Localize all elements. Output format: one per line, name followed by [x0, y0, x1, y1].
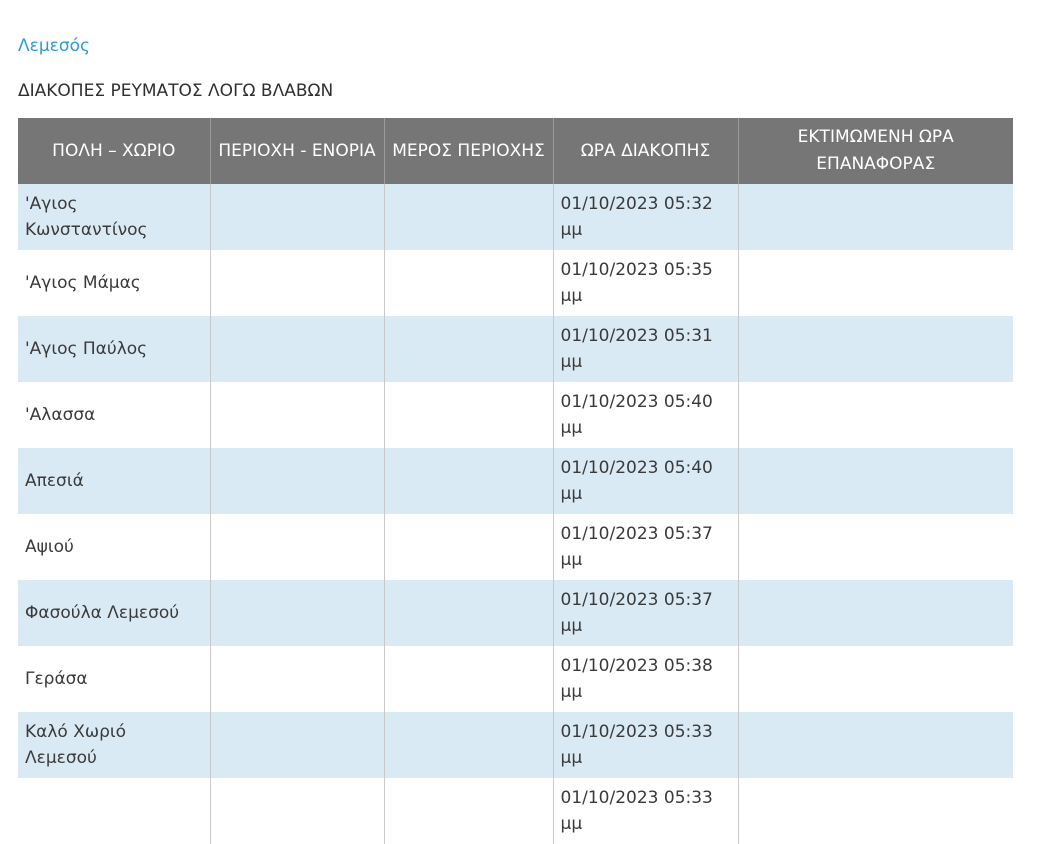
cell-area-part: [383, 514, 553, 580]
cell-restore-time: [737, 778, 1013, 844]
table-row: Γεράσα 01/10/2023 05:38 μμ: [18, 646, 1013, 712]
cell-restore-time: [737, 514, 1013, 580]
cell-restore-time: [737, 448, 1013, 514]
cell-parish: [209, 448, 384, 514]
cell-restore-time: [737, 712, 1013, 778]
column-header-town: ΠΟΛΗ – ΧΩΡΙΟ: [18, 118, 210, 184]
table-row: 01/10/2023 05:33 μμ: [18, 778, 1013, 844]
cell-area-part: [383, 646, 553, 712]
cell-restore-time: [737, 382, 1013, 448]
cell-restore-time: [737, 250, 1013, 316]
cell-outage-time: 01/10/2023 05:32 μμ: [552, 184, 738, 250]
cell-parish: [209, 514, 384, 580]
cell-area-part: [383, 712, 553, 778]
cell-restore-time: [737, 316, 1013, 382]
cell-town: 'Αγιος Μάμας: [18, 250, 210, 316]
cell-outage-time: 01/10/2023 05:35 μμ: [552, 250, 738, 316]
cell-town: Αψιού: [18, 514, 210, 580]
table-row: 'Αγιος Παύλος 01/10/2023 05:31 μμ: [18, 316, 1013, 382]
region-title: Λεμεσός: [18, 36, 90, 56]
column-header-area-part: ΜΕΡΟΣ ΠΕΡΙΟΧΗΣ: [383, 118, 553, 184]
cell-outage-time: 01/10/2023 05:40 μμ: [552, 448, 738, 514]
table-row: Απεσιά 01/10/2023 05:40 μμ: [18, 448, 1013, 514]
outages-table: ΠΟΛΗ – ΧΩΡΙΟ ΠΕΡΙΟΧΗ - ΕΝΟΡΙΑ ΜΕΡΟΣ ΠΕΡΙ…: [18, 118, 1013, 844]
cell-restore-time: [737, 646, 1013, 712]
cell-area-part: [383, 250, 553, 316]
cell-town: 'Αλασσα: [18, 382, 210, 448]
column-header-parish: ΠΕΡΙΟΧΗ - ΕΝΟΡΙΑ: [209, 118, 384, 184]
cell-area-part: [383, 382, 553, 448]
cell-area-part: [383, 448, 553, 514]
cell-parish: [209, 382, 384, 448]
table-row: Αψιού 01/10/2023 05:37 μμ: [18, 514, 1013, 580]
cell-town: 'Αγιος Κωνσταντίνος: [18, 184, 210, 250]
cell-town: Φασούλα Λεμεσού: [18, 580, 210, 646]
cell-restore-time: [737, 184, 1013, 250]
table-row: Φασούλα Λεμεσού 01/10/2023 05:37 μμ: [18, 580, 1013, 646]
cell-outage-time: 01/10/2023 05:38 μμ: [552, 646, 738, 712]
cell-area-part: [383, 778, 553, 844]
column-header-outage-time: ΩΡΑ ΔΙΑΚΟΠΗΣ: [552, 118, 738, 184]
cell-outage-time: 01/10/2023 05:33 μμ: [552, 712, 738, 778]
cell-parish: [209, 184, 384, 250]
table-row: 'Αγιος Μάμας 01/10/2023 05:35 μμ: [18, 250, 1013, 316]
table-row: Καλό Χωριό Λεμεσού 01/10/2023 05:33 μμ: [18, 712, 1013, 778]
cell-parish: [209, 778, 384, 844]
cell-parish: [209, 250, 384, 316]
cell-parish: [209, 712, 384, 778]
cell-area-part: [383, 184, 553, 250]
table-row: 'Αλασσα 01/10/2023 05:40 μμ: [18, 382, 1013, 448]
cell-town: Γεράσα: [18, 646, 210, 712]
cell-outage-time: 01/10/2023 05:37 μμ: [552, 580, 738, 646]
cell-outage-time: 01/10/2023 05:37 μμ: [552, 514, 738, 580]
column-header-restore-time: ΕΚΤΙΜΩΜΕΝΗ ΩΡΑ ΕΠΑΝΑΦΟΡΑΣ: [737, 118, 1013, 184]
cell-area-part: [383, 316, 553, 382]
section-title: ΔΙΑΚΟΠΕΣ ΡΕΥΜΑΤΟΣ ΛΟΓΩ ΒΛΑΒΩΝ: [18, 81, 334, 101]
cell-parish: [209, 646, 384, 712]
cell-town: [18, 778, 210, 844]
table-header-row: ΠΟΛΗ – ΧΩΡΙΟ ΠΕΡΙΟΧΗ - ΕΝΟΡΙΑ ΜΕΡΟΣ ΠΕΡΙ…: [18, 118, 1013, 184]
cell-restore-time: [737, 580, 1013, 646]
cell-outage-time: 01/10/2023 05:31 μμ: [552, 316, 738, 382]
cell-outage-time: 01/10/2023 05:33 μμ: [552, 778, 738, 844]
cell-town: Καλό Χωριό Λεμεσού: [18, 712, 210, 778]
cell-town: 'Αγιος Παύλος: [18, 316, 210, 382]
cell-parish: [209, 580, 384, 646]
cell-town: Απεσιά: [18, 448, 210, 514]
cell-outage-time: 01/10/2023 05:40 μμ: [552, 382, 738, 448]
table-row: 'Αγιος Κωνσταντίνος 01/10/2023 05:32 μμ: [18, 184, 1013, 250]
cell-parish: [209, 316, 384, 382]
cell-area-part: [383, 580, 553, 646]
